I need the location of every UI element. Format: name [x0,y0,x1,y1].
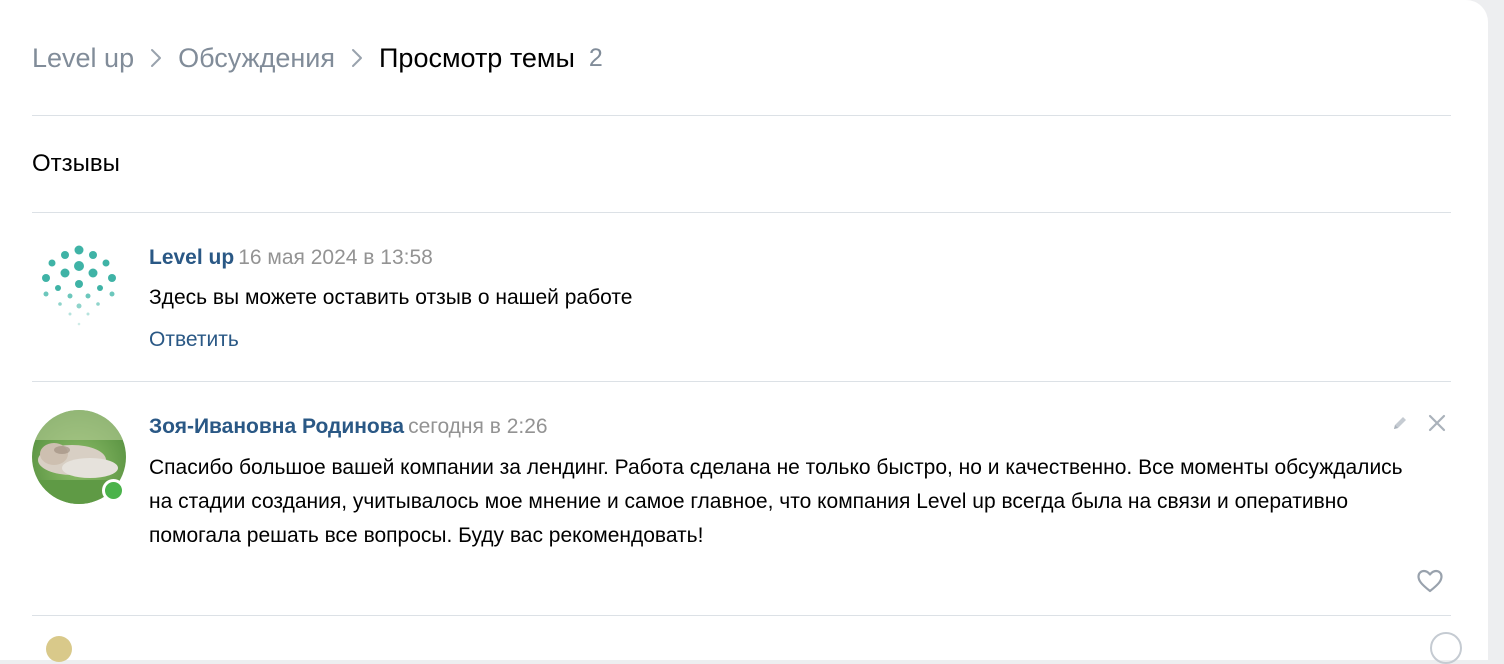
topic-card: Level up Обсуждения Просмотр темы 2 Отзы… [0,0,1488,664]
close-icon[interactable] [1427,413,1447,433]
emoji-icon[interactable] [1430,632,1462,664]
pencil-icon[interactable] [1390,413,1410,433]
post-header: Level up 16 мая 2024 в 13:58 [149,246,433,270]
heart-icon[interactable] [1416,568,1444,594]
post-author[interactable]: Level up [149,246,234,269]
breadcrumb-item-community[interactable]: Level up [32,43,134,74]
breadcrumb-item-discussions[interactable]: Обсуждения [178,43,335,74]
reply-button[interactable]: Ответить [149,328,239,352]
post-header: Зоя-Ивановна Родинова сегодня в 2:26 [149,415,548,439]
divider [32,212,1451,213]
breadcrumb-current: Просмотр темы [379,42,575,73]
chevron-right-icon [351,48,363,68]
post-date[interactable]: 16 мая 2024 в 13:58 [238,246,433,269]
next-post-avatar[interactable] [46,636,72,662]
topic-title: Отзывы [32,150,120,177]
online-status-indicator [102,479,125,502]
post-text: Здесь вы можете оставить отзыв о нашей р… [149,286,633,309]
chevron-right-icon [150,48,162,68]
post-text: Спасибо большое вашей компании за лендин… [149,456,1403,547]
divider [32,615,1451,616]
breadcrumb: Level up Обсуждения Просмотр темы 2 [32,38,603,78]
divider [32,115,1451,116]
post-date[interactable]: сегодня в 2:26 [408,415,548,438]
breadcrumb-count: 2 [588,43,603,72]
divider [32,381,1451,382]
post-author[interactable]: Зоя-Ивановна Родинова [149,415,404,438]
community-logo-avatar[interactable] [32,238,126,332]
